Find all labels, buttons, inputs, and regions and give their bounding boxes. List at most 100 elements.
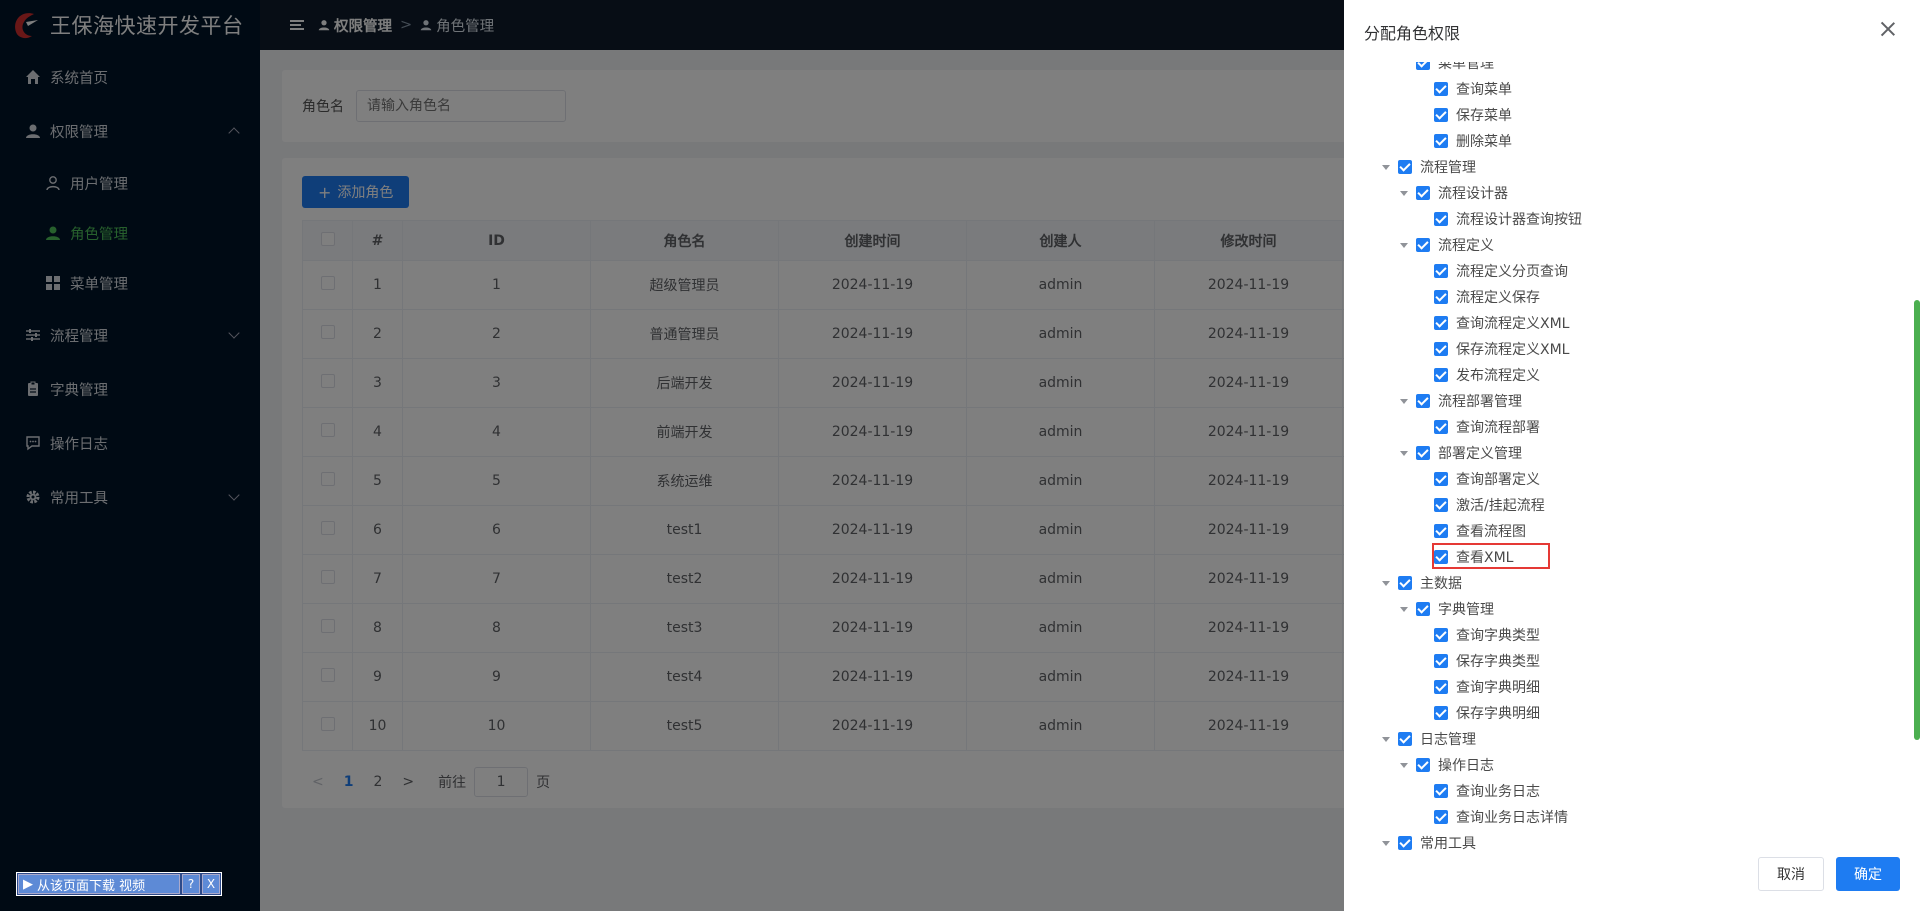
tree-node-label: 菜单管理 bbox=[1438, 62, 1494, 72]
caret-down-icon[interactable] bbox=[1382, 580, 1390, 586]
tree-node[interactable]: 流程部署管理 bbox=[1400, 388, 1522, 414]
tree-node[interactable]: 流程定义分页查询 bbox=[1418, 258, 1568, 284]
caret-down-icon[interactable] bbox=[1382, 840, 1390, 846]
caret-down-icon[interactable] bbox=[1382, 736, 1390, 742]
tree-checkbox[interactable] bbox=[1416, 602, 1430, 616]
tree-checkbox[interactable] bbox=[1416, 394, 1430, 408]
tree-node[interactable]: 部署定义管理 bbox=[1400, 440, 1522, 466]
tree-node[interactable]: 日志管理 bbox=[1382, 726, 1476, 752]
tree-node-label: 主数据 bbox=[1420, 576, 1462, 592]
tree-checkbox[interactable] bbox=[1398, 576, 1412, 590]
video-download-button[interactable]: ▶ 从该页面下载 视频 bbox=[18, 874, 180, 894]
tree-checkbox[interactable] bbox=[1416, 62, 1430, 70]
close-icon[interactable] bbox=[1876, 18, 1900, 42]
tree-node-label: 激活/挂起流程 bbox=[1456, 498, 1545, 514]
tree-node-label: 删除菜单 bbox=[1456, 134, 1512, 150]
tree-checkbox[interactable] bbox=[1398, 836, 1412, 850]
tree-checkbox[interactable] bbox=[1434, 420, 1448, 434]
tree-checkbox[interactable] bbox=[1434, 134, 1448, 148]
tree-checkbox[interactable] bbox=[1434, 82, 1448, 96]
tree-node[interactable]: 流程设计器 bbox=[1400, 180, 1508, 206]
tree-node[interactable]: 查询部署定义 bbox=[1418, 466, 1540, 492]
tree-node[interactable]: 流程设计器查询按钮 bbox=[1418, 206, 1582, 232]
tree-checkbox[interactable] bbox=[1434, 498, 1448, 512]
tree-checkbox[interactable] bbox=[1416, 446, 1430, 460]
tree-node[interactable]: 删除菜单 bbox=[1418, 128, 1512, 154]
tree-node[interactable]: 查询业务日志 bbox=[1418, 778, 1540, 804]
tree-checkbox[interactable] bbox=[1434, 290, 1448, 304]
confirm-button[interactable]: 确定 bbox=[1836, 857, 1900, 891]
caret-down-icon[interactable] bbox=[1400, 606, 1408, 612]
tree-checkbox[interactable] bbox=[1434, 212, 1448, 226]
tree-node-label: 流程定义分页查询 bbox=[1456, 264, 1568, 280]
tree-node-label: 保存菜单 bbox=[1456, 108, 1512, 124]
tree-checkbox[interactable] bbox=[1434, 316, 1448, 330]
tree-checkbox[interactable] bbox=[1398, 160, 1412, 174]
caret-down-icon[interactable] bbox=[1400, 190, 1408, 196]
tree-node[interactable]: 查询菜单 bbox=[1418, 76, 1512, 102]
tree-node[interactable]: 操作日志 bbox=[1400, 752, 1494, 778]
tree-checkbox[interactable] bbox=[1434, 368, 1448, 382]
tree-node-label: 查询流程部署 bbox=[1456, 420, 1540, 436]
tree-node[interactable]: 激活/挂起流程 bbox=[1418, 492, 1545, 518]
caret-down-icon[interactable] bbox=[1400, 450, 1408, 456]
cancel-button[interactable]: 取消 bbox=[1758, 857, 1824, 891]
drawer-title: 分配角色权限 bbox=[1364, 24, 1461, 43]
tree-checkbox[interactable] bbox=[1434, 680, 1448, 694]
tree-node[interactable]: 发布流程定义 bbox=[1418, 362, 1540, 388]
tree-checkbox[interactable] bbox=[1434, 654, 1448, 668]
tree-node-label: 保存字典类型 bbox=[1456, 654, 1540, 670]
tree-checkbox[interactable] bbox=[1416, 758, 1430, 772]
permission-tree: 菜单管理查询菜单保存菜单删除菜单流程管理流程设计器流程设计器查询按钮 流程定义流程… bbox=[1344, 62, 1910, 852]
tree-node[interactable]: 保存字典类型 bbox=[1418, 648, 1540, 674]
tree-node[interactable]: 保存字典明细 bbox=[1418, 700, 1540, 726]
tree-checkbox[interactable] bbox=[1434, 264, 1448, 278]
tree-node-label: 查询菜单 bbox=[1456, 82, 1512, 98]
tree-node[interactable]: 保存流程定义XML bbox=[1418, 336, 1569, 362]
tree-checkbox[interactable] bbox=[1434, 472, 1448, 486]
tree-checkbox[interactable] bbox=[1434, 706, 1448, 720]
tree-node-label: 常用工具 bbox=[1420, 836, 1476, 852]
tree-scrollbar[interactable] bbox=[1914, 300, 1920, 740]
tree-node[interactable]: 查询业务日志详情 bbox=[1418, 804, 1568, 830]
tree-checkbox[interactable] bbox=[1416, 186, 1430, 200]
tree-node-label: 字典管理 bbox=[1438, 602, 1494, 618]
tree-node[interactable]: 查询流程定义XML bbox=[1418, 310, 1569, 336]
tree-node-label: 查询部署定义 bbox=[1456, 472, 1540, 488]
tree-node[interactable]: 流程管理 bbox=[1382, 154, 1476, 180]
tree-node-label: 流程设计器 bbox=[1438, 186, 1508, 202]
tree-checkbox[interactable] bbox=[1398, 732, 1412, 746]
tree-node-label: 流程部署管理 bbox=[1438, 394, 1522, 410]
tree-node[interactable]: 主数据 bbox=[1382, 570, 1462, 596]
tree-node[interactable]: 常用工具 bbox=[1382, 830, 1476, 852]
tree-node[interactable]: 菜单管理 bbox=[1400, 62, 1494, 76]
tree-checkbox[interactable] bbox=[1434, 784, 1448, 798]
tree-node-label: 查询字典明细 bbox=[1456, 680, 1540, 696]
tree-checkbox[interactable] bbox=[1434, 524, 1448, 538]
tree-node[interactable]: 流程定义 bbox=[1400, 232, 1494, 258]
tree-node[interactable]: 流程定义保存 bbox=[1418, 284, 1540, 310]
caret-down-icon[interactable] bbox=[1400, 242, 1408, 248]
tree-node[interactable]: 字典管理 bbox=[1400, 596, 1494, 622]
tree-node[interactable]: 保存菜单 bbox=[1418, 102, 1512, 128]
tree-node[interactable]: 查询字典类型 bbox=[1418, 622, 1540, 648]
tree-node-label: 操作日志 bbox=[1438, 758, 1494, 774]
tree-checkbox[interactable] bbox=[1434, 628, 1448, 642]
tree-checkbox[interactable] bbox=[1434, 810, 1448, 824]
tree-node-label: 查询字典类型 bbox=[1456, 628, 1540, 644]
help-button[interactable]: ? bbox=[182, 874, 200, 894]
caret-down-icon[interactable] bbox=[1400, 762, 1408, 768]
close-widget-button[interactable]: X bbox=[202, 874, 220, 894]
tree-checkbox[interactable] bbox=[1434, 108, 1448, 122]
assign-permissions-drawer: 分配角色权限 菜单管理查询菜单保存菜单删除菜单流程管理流程设计器流程设计器查询按… bbox=[1344, 0, 1920, 911]
tree-node-label: 流程管理 bbox=[1420, 160, 1476, 176]
tree-node[interactable]: 查询流程部署 bbox=[1418, 414, 1540, 440]
caret-down-icon[interactable] bbox=[1400, 398, 1408, 404]
play-icon: ▶ bbox=[23, 876, 33, 892]
tree-node[interactable]: 查看流程图 bbox=[1418, 518, 1526, 544]
tree-checkbox[interactable] bbox=[1416, 238, 1430, 252]
tree-node[interactable]: 查询字典明细 bbox=[1418, 674, 1540, 700]
tree-node-label: 保存字典明细 bbox=[1456, 706, 1540, 722]
tree-checkbox[interactable] bbox=[1434, 342, 1448, 356]
caret-down-icon[interactable] bbox=[1382, 164, 1390, 170]
